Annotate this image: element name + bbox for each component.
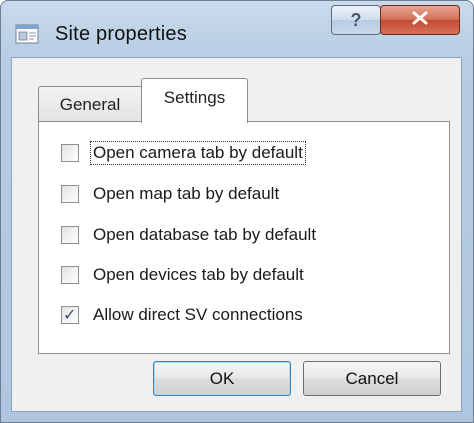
checkbox[interactable] [61, 185, 79, 203]
help-icon: ? [350, 9, 362, 30]
window-title: Site properties [55, 23, 187, 45]
option-open-database-tab[interactable]: Open database tab by default [61, 222, 318, 248]
checkbox[interactable] [61, 226, 79, 244]
ok-button-label: OK [209, 368, 235, 388]
site-properties-icon [15, 23, 41, 45]
option-label: Allow direct SV connections [93, 305, 303, 324]
cancel-button-label: Cancel [345, 368, 399, 388]
close-button[interactable] [380, 5, 460, 35]
checkbox[interactable] [61, 266, 79, 284]
settings-panel: Open camera tab by default Open map tab … [38, 121, 450, 354]
tab-settings[interactable]: Settings [141, 78, 248, 123]
option-label: Open database tab by default [93, 225, 317, 244]
tab-general-label: General [59, 94, 121, 114]
option-open-map-tab[interactable]: Open map tab by default [61, 181, 281, 207]
option-open-camera-tab[interactable]: Open camera tab by default [61, 140, 306, 166]
tab-general[interactable]: General [38, 86, 142, 122]
checkbox[interactable]: ✓ [61, 305, 79, 324]
dialog-client-area: General Settings Open camera tab by defa… [11, 57, 462, 412]
checkbox[interactable] [61, 144, 79, 162]
tab-settings-label: Settings [163, 88, 226, 107]
option-label: Open camera tab by default [90, 141, 306, 165]
dialog-window: Site properties ? General Settings Open … [0, 0, 474, 423]
close-icon [411, 11, 429, 30]
option-open-devices-tab[interactable]: Open devices tab by default [61, 262, 306, 288]
option-label: Open devices tab by default [93, 265, 304, 284]
option-allow-direct-sv[interactable]: ✓ Allow direct SV connections [61, 302, 305, 328]
help-button[interactable]: ? [331, 5, 381, 35]
option-label: Open map tab by default [93, 184, 280, 203]
cancel-button[interactable]: Cancel [303, 361, 441, 396]
title-bar[interactable]: Site properties ? [1, 1, 473, 57]
checkmark-icon: ✓ [63, 305, 77, 324]
ok-button[interactable]: OK [153, 361, 291, 396]
